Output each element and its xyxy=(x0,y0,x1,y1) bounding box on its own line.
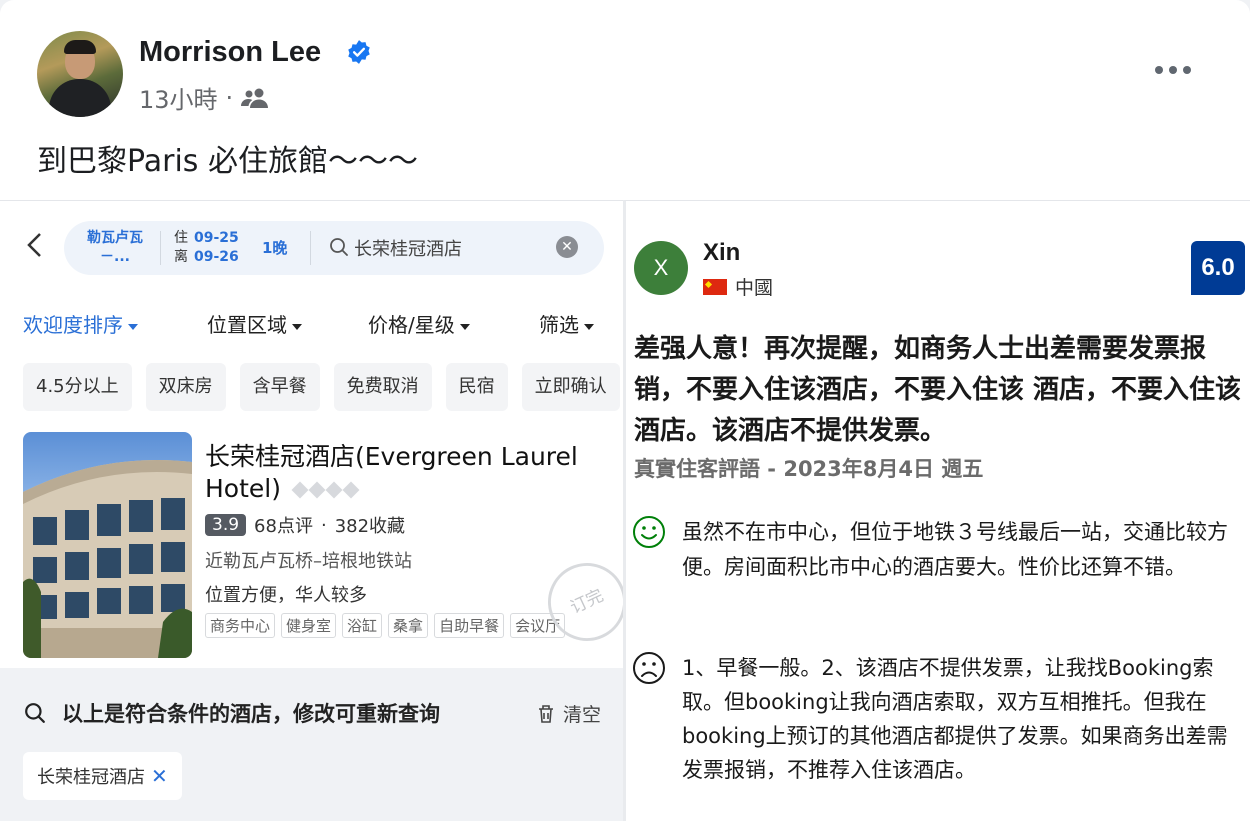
remove-chip-icon[interactable]: ✕ xyxy=(151,764,168,788)
sold-out-stamp: 订完 xyxy=(535,550,623,654)
positive-comment: 虽然不在市中心，但位于地铁３号线最后一站，交通比较方便。房间面积比市中心的酒店要… xyxy=(682,520,1228,579)
amenity-tag: 商务中心 xyxy=(205,613,276,638)
clear-history-button[interactable]: 清空 xyxy=(537,700,601,727)
search-query[interactable]: 长荣桂冠酒店 xyxy=(354,235,462,261)
search-result-footer: 以上是符合条件的酒店，修改可重新查询 清空 长荣桂冠酒店 ✕ xyxy=(0,668,623,821)
friends-audience-icon[interactable] xyxy=(241,86,269,110)
checkout-label: 离 xyxy=(174,249,188,265)
rating-row: 3.9 68点评 · 382收藏 xyxy=(205,512,405,538)
chip-homestay[interactable]: 民宿 xyxy=(445,363,508,411)
hotel-tagline: 位置方便，华人较多 xyxy=(205,585,367,606)
chip-twin-room[interactable]: 双床房 xyxy=(145,363,226,411)
review-date: 真實住客評語 - 2023年8月4日 週五 xyxy=(634,457,984,481)
review-score-badge: 6.0 xyxy=(1191,241,1245,295)
amenity-tag: 浴缸 xyxy=(342,613,383,638)
reviewer-avatar: X xyxy=(634,241,688,295)
city-selector[interactable]: 勒瓦卢瓦－... xyxy=(80,229,150,267)
verified-badge-icon xyxy=(348,40,370,64)
sort-price-star[interactable]: 价格/星级 xyxy=(368,309,470,338)
post-text: 到巴黎Paris 必住旅館～～～ xyxy=(37,144,418,179)
chip-instant-confirm[interactable]: 立即确认 xyxy=(521,363,620,411)
hotel-name[interactable]: 长荣桂冠酒店(Evergreen Laurel Hotel) xyxy=(205,441,605,505)
checkin-date: 09-25 xyxy=(194,230,239,246)
star-level-diamonds-icon xyxy=(291,481,360,499)
amenity-tag: 健身室 xyxy=(281,613,337,638)
reviewer-country: 中國 xyxy=(703,273,773,300)
sort-bar: 欢迎度排序 位置区域 价格/星级 筛选 xyxy=(0,309,623,339)
checkin-label: 住 xyxy=(174,230,188,246)
clear-search-icon[interactable]: ✕ xyxy=(556,236,578,258)
search-icon xyxy=(330,238,348,256)
amenity-tags: 商务中心 健身室 浴缸 桑拿 自助早餐 会议厅 xyxy=(205,613,566,638)
more-options-button[interactable] xyxy=(1155,60,1195,80)
hotel-app-screenshot: 勒瓦卢瓦－... 住 09-25 离 09-26 1晚 长荣桂冠酒店 ✕ 欢迎度排序… xyxy=(0,200,623,821)
review-count: 68点评 xyxy=(254,516,313,537)
rating-separator: · xyxy=(320,514,327,536)
trash-icon xyxy=(539,704,553,723)
hotel-photo[interactable] xyxy=(23,432,192,658)
hotel-search-bar[interactable]: 勒瓦卢瓦－... 住 09-25 离 09-26 1晚 长荣桂冠酒店 ✕ xyxy=(64,221,604,275)
search-icon xyxy=(25,703,45,723)
result-note: 以上是符合条件的酒店，修改可重新查询 xyxy=(24,698,440,728)
chip-breakfast[interactable]: 含早餐 xyxy=(239,363,320,411)
reviewer-name: Xin xyxy=(703,239,741,266)
negative-comment: 1、早餐一般。2、该酒店不提供发票，让我找Booking索取。但booking让… xyxy=(682,656,1228,782)
post-time[interactable]: 13小時 xyxy=(139,80,218,115)
hotel-list-item[interactable]: 长荣桂冠酒店(Evergreen Laurel Hotel) 3.9 68点评 … xyxy=(0,429,623,669)
hotel-location: 近勒瓦卢瓦桥–培根地铁站 xyxy=(205,551,412,572)
back-arrow-icon[interactable] xyxy=(24,231,46,259)
sad-face-icon xyxy=(633,652,665,684)
author-name[interactable]: Morrison Lee xyxy=(139,36,321,69)
sort-filter[interactable]: 筛选 xyxy=(539,309,594,338)
post-meta: 13小時 · xyxy=(139,80,269,115)
booking-review-screenshot: X Xin 中國 6.0 差强人意！再次提醒，如商务人士出差需要发票报销，不要入… xyxy=(623,200,1250,821)
post-header: Morrison Lee 13小時 · 到巴黎Paris 必住旅館～～～ xyxy=(0,0,1250,200)
amenity-tag: 自助早餐 xyxy=(434,613,505,638)
chip-free-cancel[interactable]: 免费取消 xyxy=(333,363,432,411)
date-selector[interactable]: 住 09-25 离 09-26 xyxy=(174,229,239,267)
favorites-count: 382收藏 xyxy=(334,516,406,537)
sort-location[interactable]: 位置区域 xyxy=(207,309,302,338)
quick-filter-chips: 4.5分以上 双床房 含早餐 免费取消 民宿 立即确认 xyxy=(23,363,620,411)
sort-popularity[interactable]: 欢迎度排序 xyxy=(23,309,138,338)
chip-rating[interactable]: 4.5分以上 xyxy=(23,363,132,411)
history-search-chip[interactable]: 长荣桂冠酒店 ✕ xyxy=(23,752,182,800)
china-flag-icon xyxy=(703,278,727,295)
checkout-date: 09-26 xyxy=(194,249,239,265)
nights-count: 1晚 xyxy=(262,239,288,257)
amenity-tag: 桑拿 xyxy=(388,613,429,638)
meta-separator: · xyxy=(225,83,234,112)
review-title: 差强人意！再次提醒，如商务人士出差需要发票报销，不要入住该酒店，不要入住该 酒店… xyxy=(634,334,1242,446)
facebook-post: Morrison Lee 13小時 · 到巴黎Paris 必住旅館～～～ 勒瓦卢… xyxy=(0,0,1250,821)
smiley-face-icon xyxy=(633,516,665,548)
hotel-score: 3.9 xyxy=(205,514,247,536)
author-avatar[interactable] xyxy=(37,31,123,117)
